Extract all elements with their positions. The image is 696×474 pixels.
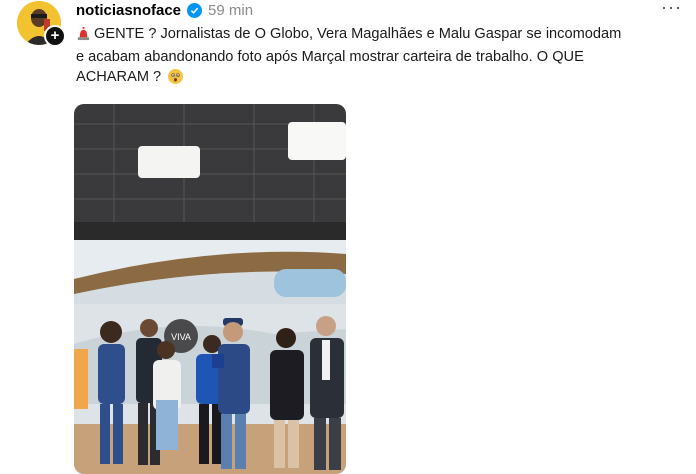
siren-emoji-icon <box>76 26 91 47</box>
caption-text-line-3: ACHARAM ? <box>76 69 162 85</box>
caption-line-1: GENTE ? Jornalistas de O Globo, Vera Mag… <box>76 24 688 47</box>
verified-badge-icon <box>187 2 203 18</box>
more-options-icon[interactable]: ··· <box>661 0 682 18</box>
caption-line-2: e acabam abandonando foto após Marçal mo… <box>76 49 584 65</box>
astonished-face-emoji-icon <box>168 69 184 84</box>
caption-line-3: ACHARAM ? <box>76 67 688 87</box>
plus-icon[interactable]: + <box>44 25 66 47</box>
post-media-image[interactable]: VIVA <box>74 104 346 474</box>
set-sign-text: VIVA <box>171 332 191 342</box>
caption-text-line-1: GENTE ? Jornalistas de O Globo, Vera Mag… <box>94 26 622 42</box>
post-caption: GENTE ? Jornalistas de O Globo, Vera Mag… <box>76 24 688 87</box>
post-header: noticiasnoface 59 min <box>76 0 253 20</box>
username-link[interactable]: noticiasnoface <box>76 2 181 19</box>
timestamp[interactable]: 59 min <box>208 2 253 19</box>
